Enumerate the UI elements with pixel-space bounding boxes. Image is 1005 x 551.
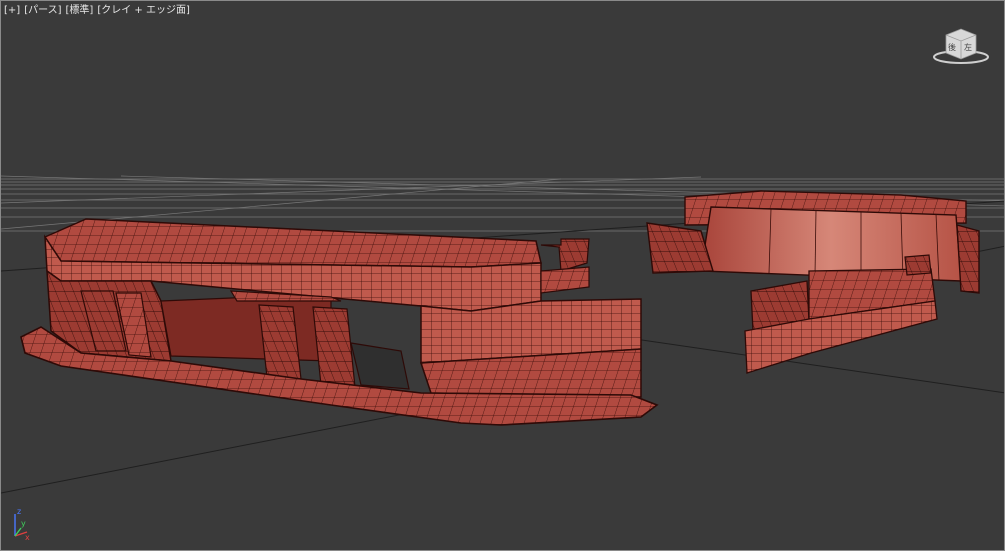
axis-x-label: x — [25, 533, 30, 542]
viewport-menu-view[interactable]: [パース] — [24, 5, 61, 17]
viewcube-face-back[interactable]: 後 — [948, 42, 956, 52]
viewport-label: [+] [パース] [標準] [クレイ + エッジ面] — [4, 5, 190, 17]
scene-canvas[interactable] — [1, 1, 1005, 551]
viewcube-icon[interactable]: 後 左 — [932, 25, 990, 65]
viewport-perspective[interactable]: [+] [パース] [標準] [クレイ + エッジ面] 後 左 z x y — [0, 0, 1005, 551]
viewport-menu-shading[interactable]: [標準] — [66, 5, 94, 17]
viewport-menu-style[interactable]: [クレイ + エッジ面] — [97, 5, 190, 17]
axis-tripod-icon: z x y — [14, 507, 30, 542]
axis-y-label: y — [21, 519, 26, 528]
mesh-front-bumper[interactable] — [20, 218, 659, 426]
viewport-menu-plus[interactable]: [+] — [4, 5, 20, 17]
viewcube-face-left[interactable]: 左 — [964, 42, 972, 52]
axis-z-label: z — [17, 507, 21, 516]
